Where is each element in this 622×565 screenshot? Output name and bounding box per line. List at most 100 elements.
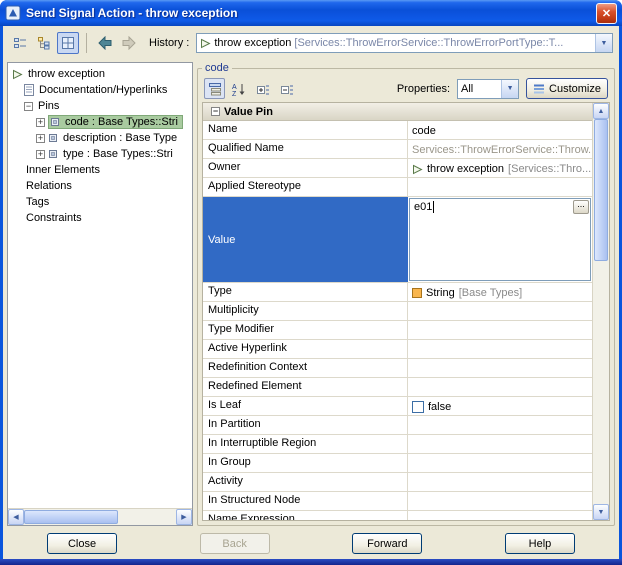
history-forward-button[interactable]	[118, 32, 140, 54]
tree-item-tags[interactable]: Tags	[8, 194, 192, 210]
properties-toolbar: AZ Properties:	[202, 75, 610, 102]
history-dropdown-arrow[interactable]: ▼	[595, 34, 612, 52]
tree-item-throw-exception[interactable]: throw exception	[8, 66, 192, 82]
property-table-container: − Value Pin Name code Qualified Name Se	[202, 102, 610, 521]
collapse-all-button[interactable]	[276, 78, 297, 99]
close-dialog-button[interactable]: Close	[47, 533, 117, 554]
property-row-applied-stereotype[interactable]: Applied Stereotype	[203, 178, 592, 197]
toolbar-separator	[86, 33, 87, 53]
property-row-qualified-name[interactable]: Qualified Name Services::ThrowErrorServi…	[203, 140, 592, 159]
property-row-activity[interactable]: Activity	[203, 473, 592, 492]
code-groupbox: code AZ	[197, 62, 615, 526]
tree-item-documentation[interactable]: Documentation/Hyperlinks	[8, 82, 192, 98]
groupbox-title: code	[202, 62, 232, 74]
close-button[interactable]: ✕	[596, 3, 617, 24]
action-icon	[12, 69, 23, 80]
section-collapse-icon[interactable]: −	[211, 107, 220, 116]
back-button[interactable]: Back	[200, 533, 270, 554]
pin-icon	[48, 133, 58, 143]
window-bottom-border	[0, 559, 622, 565]
forward-button[interactable]: Forward	[352, 533, 422, 554]
property-row-name[interactable]: Name code	[203, 121, 592, 140]
flat-view-icon	[13, 36, 27, 50]
categorized-view-button[interactable]	[204, 78, 225, 99]
property-value: false	[428, 401, 451, 413]
property-row-owner[interactable]: Owner throw exception [Services::Thro...	[203, 159, 592, 178]
property-row-redefinition-context[interactable]: Redefinition Context	[203, 359, 592, 378]
flat-view-button[interactable]	[9, 32, 31, 54]
property-row-in-group[interactable]: In Group	[203, 454, 592, 473]
history-value: throw exception	[214, 37, 291, 49]
value-ellipsis-button[interactable]: ...	[573, 200, 589, 214]
property-section-header[interactable]: − Value Pin	[203, 103, 592, 121]
expand-all-button[interactable]	[252, 78, 273, 99]
title-bar: Send Signal Action - throw exception ✕	[0, 0, 622, 26]
property-row-in-partition[interactable]: In Partition	[203, 416, 592, 435]
tree-view-button[interactable]	[33, 32, 55, 54]
scroll-thumb[interactable]	[24, 510, 118, 524]
properties-filter-value: All	[461, 83, 473, 95]
scroll-thumb[interactable]	[594, 119, 608, 261]
alphabetic-sort-button[interactable]: AZ	[228, 78, 249, 99]
tree-item-constraints[interactable]: Constraints	[8, 210, 192, 226]
property-row-is-leaf[interactable]: Is Leaf false	[203, 397, 592, 416]
back-arrow-icon	[97, 36, 113, 50]
svg-text:A: A	[232, 84, 237, 91]
customize-button[interactable]: Customize	[526, 78, 608, 99]
collapse-box-icon[interactable]: −	[24, 102, 33, 111]
top-toolbar: History : throw exception [Services::Thr…	[3, 26, 619, 60]
value-editor[interactable]: e01 ...	[409, 198, 591, 281]
expand-box-icon[interactable]: +	[36, 118, 45, 127]
scroll-up-icon[interactable]: ▲	[593, 103, 609, 119]
properties-filter-combobox[interactable]: All ▼	[457, 79, 519, 99]
history-back-button[interactable]	[94, 32, 116, 54]
section-title: Value Pin	[224, 106, 273, 118]
tree-item-type-pin[interactable]: + type : Base Types::Stri	[8, 146, 192, 162]
svg-text:Z: Z	[232, 91, 237, 96]
selected-tree-highlight: code : Base Types::Stri	[48, 115, 183, 129]
scroll-track[interactable]	[24, 509, 176, 525]
scroll-right-icon[interactable]: ▶	[176, 509, 192, 525]
help-button[interactable]: Help	[505, 533, 575, 554]
history-detail: [Services::ThrowErrorService::ThrowError…	[294, 37, 563, 49]
history-label: History :	[149, 37, 189, 49]
property-row-type[interactable]: Type String [Base Types]	[203, 283, 592, 302]
property-row-redefined-element[interactable]: Redefined Element	[203, 378, 592, 397]
tree-horizontal-scrollbar[interactable]: ◀ ▶	[8, 508, 192, 525]
categorized-view-icon	[208, 82, 222, 96]
property-row-active-hyperlink[interactable]: Active Hyperlink	[203, 340, 592, 359]
property-row-value[interactable]: Value e01 ...	[203, 197, 592, 283]
property-row-type-modifier[interactable]: Type Modifier	[203, 321, 592, 340]
table-vertical-scrollbar[interactable]: ▲ ▼	[592, 103, 609, 520]
property-row-name-expression[interactable]: Name Expression	[203, 511, 592, 520]
properties-dropdown-arrow[interactable]: ▼	[501, 80, 518, 98]
is-leaf-checkbox[interactable]	[412, 401, 424, 413]
expand-all-icon	[256, 82, 270, 96]
properties-label: Properties:	[397, 83, 450, 95]
history-combobox[interactable]: throw exception [Services::ThrowErrorSer…	[196, 33, 613, 53]
tree-item-relations[interactable]: Relations	[8, 178, 192, 194]
property-row-in-structured-node[interactable]: In Structured Node	[203, 492, 592, 511]
tree-item-code-pin[interactable]: + code : Base Types::Stri	[8, 114, 192, 130]
property-value: code	[412, 125, 436, 137]
tree-item-inner-elements[interactable]: Inner Elements	[8, 162, 192, 178]
value-editor-text[interactable]: e01	[414, 201, 434, 213]
scroll-track[interactable]	[593, 119, 609, 504]
action-icon	[200, 38, 211, 49]
scroll-left-icon[interactable]: ◀	[8, 509, 24, 525]
properties-panel: code AZ	[197, 62, 615, 526]
element-tree: throw exception Documentation/Hyperlinks…	[8, 63, 192, 508]
property-row-multiplicity[interactable]: Multiplicity	[203, 302, 592, 321]
tree-item-description-pin[interactable]: + description : Base Type	[8, 130, 192, 146]
expand-box-icon[interactable]: +	[36, 134, 45, 143]
document-icon	[24, 84, 34, 96]
window-title: Send Signal Action - throw exception	[26, 6, 591, 20]
grid-view-icon	[61, 36, 75, 50]
expand-box-icon[interactable]: +	[36, 150, 45, 159]
property-value-detail: [Base Types]	[459, 287, 522, 299]
customize-icon	[533, 83, 545, 95]
tree-item-pins[interactable]: − Pins	[8, 98, 192, 114]
property-row-in-interruptible-region[interactable]: In Interruptible Region	[203, 435, 592, 454]
scroll-down-icon[interactable]: ▼	[593, 504, 609, 520]
grid-view-button[interactable]	[57, 32, 79, 54]
